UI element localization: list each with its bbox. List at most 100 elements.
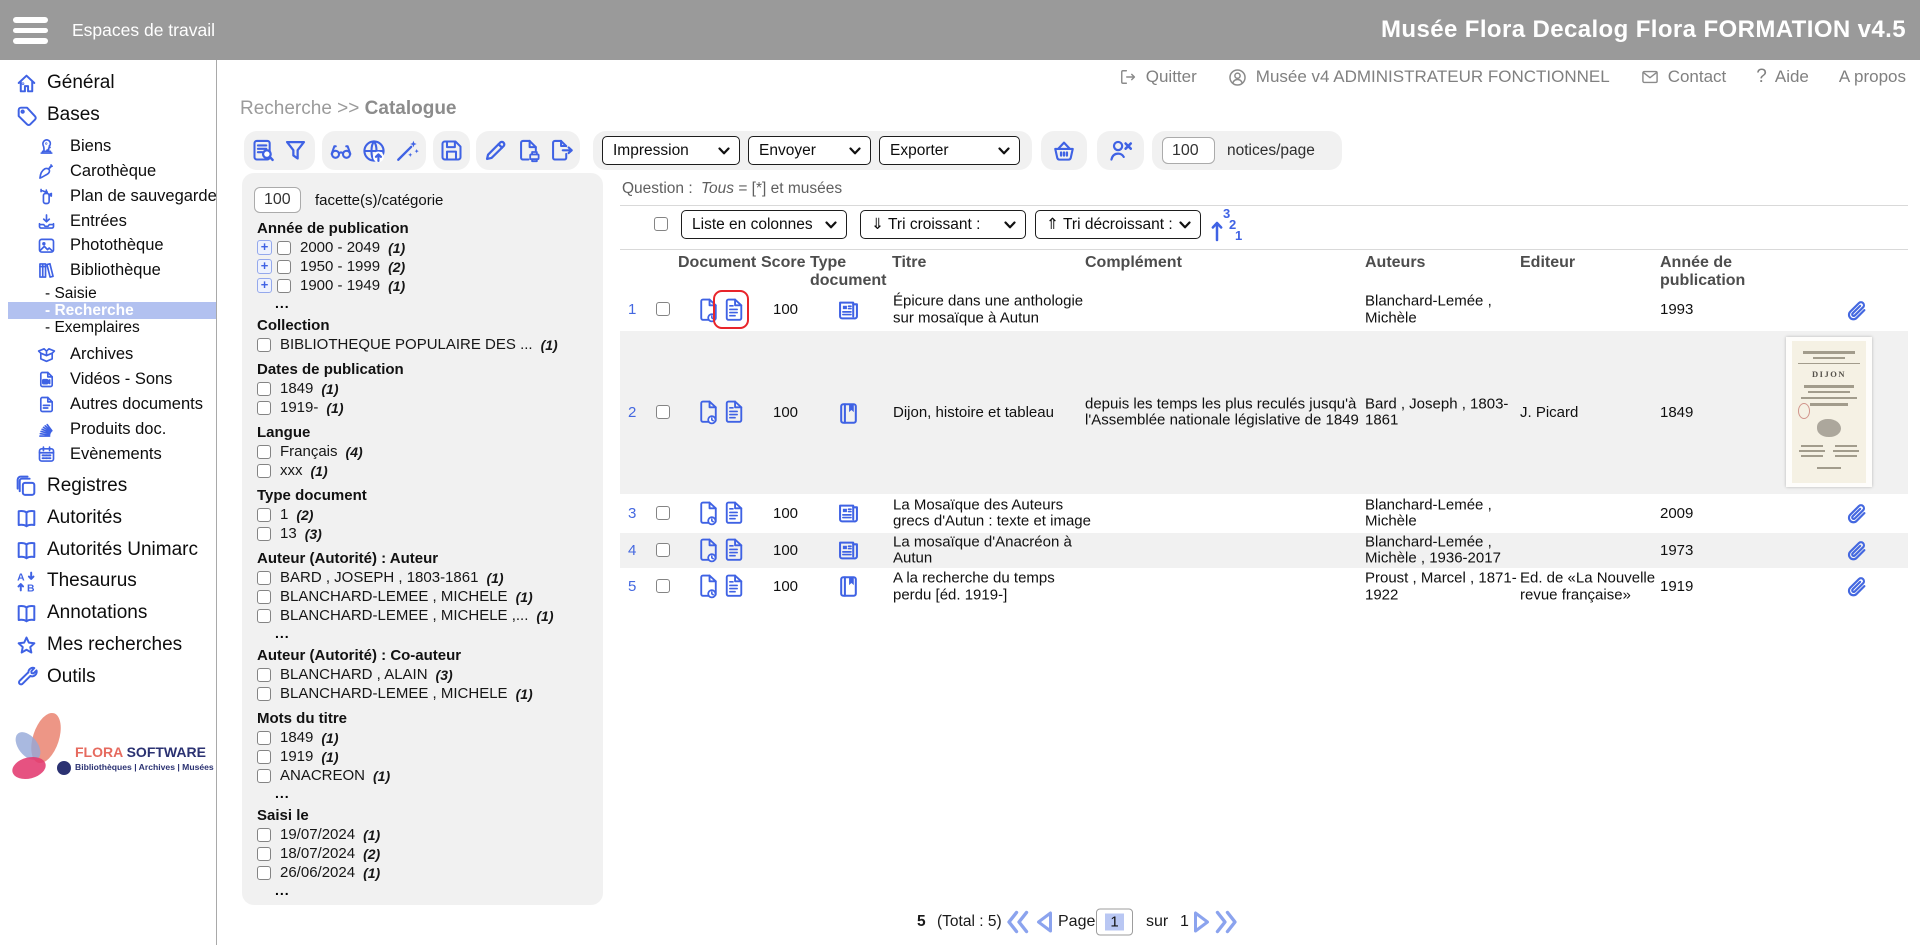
sidebar-item-videos-sons[interactable]: Vidéos - Sons	[0, 367, 172, 391]
document-link-icon[interactable]	[696, 537, 721, 564]
facet-more-link[interactable]: ...	[275, 785, 589, 800]
expand-plus-icon[interactable]: +	[257, 259, 272, 274]
last-page-icon[interactable]	[1212, 909, 1240, 935]
document-text-icon[interactable]	[721, 500, 746, 527]
sidebar-item-entrees[interactable]: Entrées	[0, 209, 127, 233]
title-cell[interactable]: A la recherche du tempsperdu [éd. 1919-]	[893, 571, 1093, 604]
facet-checkbox[interactable]	[257, 464, 271, 478]
previous-page-icon[interactable]	[1034, 909, 1056, 935]
row-number-link[interactable]: 3	[628, 505, 636, 522]
row-checkbox[interactable]	[656, 579, 670, 593]
row-number-link[interactable]: 4	[628, 542, 636, 559]
record-thumbnail[interactable]: DIJON	[1786, 337, 1872, 487]
facet-checkbox[interactable]	[257, 769, 271, 783]
facet-checkbox[interactable]	[277, 241, 291, 255]
title-cell[interactable]: Épicure dans une anthologiesur mosaïque …	[893, 294, 1083, 327]
sidebar-item-general[interactable]: Général	[0, 70, 115, 96]
sidebar-item-saisie[interactable]: - Saisie	[8, 285, 216, 302]
title-cell[interactable]: La mosaïque d'Anacréon àAutun	[893, 534, 1093, 567]
facet-checkbox[interactable]	[257, 382, 271, 396]
sidebar-item-recherche-selected[interactable]: - Recherche	[8, 302, 216, 319]
facet-checkbox[interactable]	[257, 731, 271, 745]
facet-checkbox[interactable]	[257, 668, 271, 682]
document-link-icon[interactable]	[696, 573, 721, 600]
document-link-icon[interactable]	[696, 500, 721, 527]
row-number-link[interactable]: 1	[628, 302, 636, 319]
page-number-input[interactable]: 1	[1096, 909, 1133, 936]
facet-checkbox[interactable]	[257, 590, 271, 604]
row-checkbox[interactable]	[656, 405, 670, 419]
facet-checkbox[interactable]	[257, 445, 271, 459]
sidebar-item-autres-documents[interactable]: Autres documents	[0, 392, 203, 416]
globe-upload-icon[interactable]	[360, 137, 388, 165]
sort-numeric-icon[interactable]: 3 2 1	[1210, 206, 1242, 244]
facet-checkbox[interactable]	[257, 508, 271, 522]
document-print-icon[interactable]	[515, 137, 542, 164]
sort-ascending-select[interactable]: ⇓ Tri croissant :	[860, 210, 1026, 239]
list-search-icon[interactable]	[250, 137, 277, 164]
paperclip-icon[interactable]	[1844, 538, 1870, 564]
facet-checkbox[interactable]	[257, 571, 271, 585]
facet-checkbox[interactable]	[257, 828, 271, 842]
facet-checkbox[interactable]	[257, 527, 271, 541]
sidebar-item-archives[interactable]: Archives	[0, 342, 133, 366]
sidebar-item-bibliotheque[interactable]: Bibliothèque	[0, 258, 161, 282]
sidebar-item-autorites[interactable]: Autorités	[0, 505, 122, 531]
sort-descending-select[interactable]: ⇑ Tri décroissant :	[1035, 210, 1201, 239]
row-checkbox[interactable]	[656, 543, 670, 557]
facet-checkbox[interactable]	[257, 338, 271, 352]
title-cell[interactable]: La Mosaïque des Auteursgrecs d'Autun : t…	[893, 497, 1093, 530]
facet-more-link[interactable]: ...	[275, 625, 589, 640]
expand-plus-icon[interactable]: +	[257, 278, 272, 293]
filter-icon[interactable]	[282, 137, 309, 164]
sidebar-item-annotations[interactable]: Annotations	[0, 600, 147, 626]
select-all-checkbox[interactable]	[654, 217, 668, 231]
document-link-icon[interactable]	[696, 399, 721, 426]
view-mode-select[interactable]: Liste en colonnes	[681, 210, 847, 239]
document-text-icon[interactable]	[721, 537, 746, 564]
facet-checkbox[interactable]	[277, 260, 291, 274]
facet-count-input[interactable]	[254, 187, 301, 213]
sidebar-item-outils[interactable]: Outils	[0, 664, 96, 690]
sidebar-item-carotheque[interactable]: Carothèque	[0, 159, 156, 183]
expand-plus-icon[interactable]: +	[257, 240, 272, 255]
facet-checkbox[interactable]	[257, 847, 271, 861]
sidebar-item-phototheque[interactable]: Photothèque	[0, 233, 164, 257]
sidebar-item-exemplaires[interactable]: - Exemplaires	[8, 319, 216, 336]
sidebar-item-plan-sauvegarde[interactable]: Plan de sauvegarde	[0, 184, 217, 208]
row-number-link[interactable]: 2	[628, 404, 636, 421]
sidebar-item-registres[interactable]: Registres	[0, 473, 127, 499]
title-cell[interactable]: Dijon, histoire et tableau	[893, 404, 1083, 421]
pencil-icon[interactable]	[482, 137, 509, 164]
facet-checkbox[interactable]	[257, 401, 271, 415]
row-number-link[interactable]: 5	[628, 579, 636, 596]
save-icon[interactable]	[438, 137, 465, 164]
facet-checkbox[interactable]	[257, 609, 271, 623]
facet-more-link[interactable]: ...	[275, 882, 589, 897]
facet-checkbox[interactable]	[257, 687, 271, 701]
sidebar-item-produits-doc[interactable]: Produits doc.	[0, 417, 166, 441]
eyeglasses-icon[interactable]	[327, 137, 355, 165]
sidebar-item-bases[interactable]: Bases	[0, 102, 100, 128]
sidebar-item-biens[interactable]: Biens	[0, 134, 111, 158]
breadcrumb-parent[interactable]: Recherche	[240, 98, 332, 119]
row-checkbox[interactable]	[656, 302, 670, 316]
facet-checkbox[interactable]	[257, 750, 271, 764]
magic-wand-icon[interactable]	[393, 137, 421, 165]
paperclip-icon[interactable]	[1844, 298, 1870, 324]
facet-more-link[interactable]: ...	[275, 295, 589, 310]
next-page-icon[interactable]	[1190, 909, 1212, 935]
facet-checkbox[interactable]	[257, 866, 271, 880]
sidebar-item-mes-recherches[interactable]: Mes recherches	[0, 632, 182, 658]
workspace-link[interactable]: Espaces de travail	[72, 0, 215, 60]
paperclip-icon[interactable]	[1844, 501, 1870, 527]
document-text-icon[interactable]	[721, 399, 746, 426]
sidebar-item-thesaurus[interactable]: AB Thesaurus	[0, 568, 137, 594]
first-page-icon[interactable]	[1004, 909, 1032, 935]
sidebar-item-autorites-unimarc[interactable]: Autorités Unimarc	[0, 537, 198, 563]
document-export-icon[interactable]	[547, 137, 574, 164]
paperclip-icon[interactable]	[1844, 574, 1870, 600]
facet-checkbox[interactable]	[277, 279, 291, 293]
menu-hamburger-icon[interactable]	[13, 17, 48, 44]
document-text-icon[interactable]	[721, 573, 746, 600]
